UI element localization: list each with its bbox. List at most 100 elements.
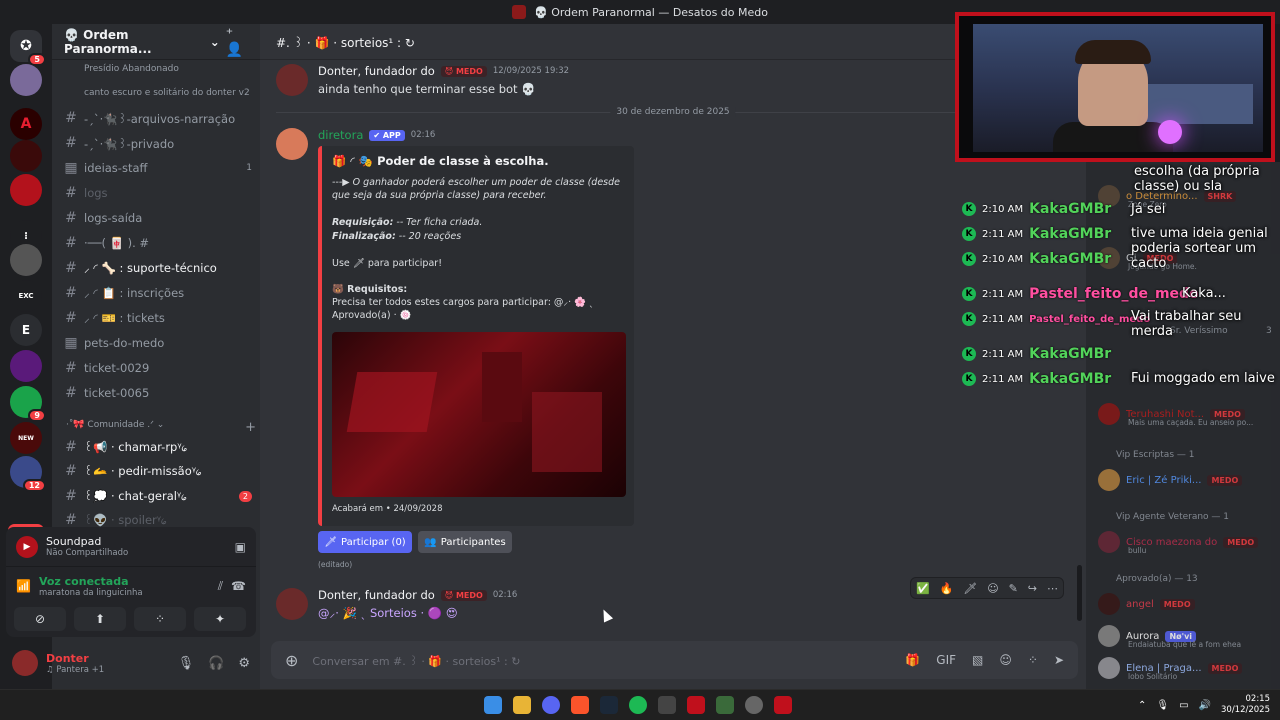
mic-tray-icon[interactable]: 🎙 [1156, 700, 1169, 711]
message-author[interactable]: Donter, fundador do [318, 588, 435, 602]
channel-item[interactable]: # logs-saída [64, 207, 260, 229]
microphone-icon[interactable]: 🎙 [178, 656, 195, 671]
dagger-react-icon[interactable]: 🗡 [963, 582, 977, 595]
channel-item[interactable]: # logs [64, 182, 260, 204]
discord-home-icon[interactable]: ✪ 5 [10, 30, 46, 66]
user-panel: Donter ♫ Pantera +1 🎙 🎧 ⚙ [6, 641, 256, 685]
member-item[interactable]: Eric | Zé Priki... MEDO [1098, 468, 1243, 492]
brave-icon[interactable] [571, 696, 589, 714]
emoji-icon[interactable]: ☺ [999, 653, 1012, 667]
add-reaction-icon[interactable]: ☺ [987, 582, 998, 595]
avatar[interactable] [12, 650, 38, 676]
member-name: angel [1126, 598, 1154, 610]
gear-icon[interactable]: ⚙ [238, 656, 250, 671]
thread-item[interactable]: canto escuro e solitário do donter v2 [84, 88, 250, 98]
audio-app-icon[interactable] [658, 696, 676, 714]
volume-icon[interactable]: 🔊 [1199, 700, 1211, 711]
steam-icon[interactable] [600, 696, 618, 714]
channel-item[interactable]: # -ˏˋ·🐈‍⬛꒱-arquivos-narração [64, 107, 260, 129]
guild-icon-9[interactable]: 12 [10, 456, 46, 492]
guild-icon-newras[interactable]: NEW [10, 422, 42, 454]
reply-icon[interactable]: ↪ [1028, 582, 1037, 595]
chat-scrollbar[interactable] [1077, 565, 1082, 621]
participants-button[interactable]: 👥 Participantes [418, 531, 512, 553]
gift-icon[interactable]: 🎁 [905, 653, 920, 667]
edit-icon[interactable]: ✎ [1009, 582, 1018, 595]
channel-item[interactable]: # ·──( 🀄 ). # [64, 232, 260, 254]
voice-status[interactable]: 📶 Voz conectada maratona da linguicinha … [6, 571, 256, 601]
headphones-icon[interactable]: 🎧 [208, 656, 224, 671]
camera-off-button[interactable]: ⊘ [14, 607, 66, 631]
discord-taskbar-icon[interactable] [542, 696, 560, 714]
composer-placeholder[interactable]: Conversar em #. ꒱ · 🎁 · sorteios¹ : ↻ [312, 653, 520, 668]
soundpad-taskbar-icon[interactable] [774, 696, 792, 714]
participate-button[interactable]: 🗡 Participar (0) [318, 531, 412, 553]
message-composer[interactable]: ⊕ Conversar em #. ꒱ · 🎁 · sorteios¹ : ↻ … [271, 641, 1078, 679]
channel-item[interactable]: # -ˏˋ·🐈‍⬛꒱-privado [64, 132, 260, 154]
clock[interactable]: 02:15 30/12/2025 [1221, 694, 1270, 716]
gif-icon[interactable]: GIF [936, 653, 956, 667]
obs-icon[interactable] [745, 696, 763, 714]
channel-item[interactable]: # ⸝ ◜ 📋 : inscrições [64, 282, 260, 304]
noise-suppress-icon[interactable]: ⫽ [218, 579, 223, 594]
disconnect-icon[interactable]: ☎ [231, 579, 246, 593]
guild-icon-8[interactable]: 9 [10, 386, 46, 422]
chat-username: KakaGMBr [1029, 226, 1112, 242]
channel-item[interactable]: # ꒰🫴 · pedir-missãoᵞ᥀ [64, 460, 260, 482]
guild-icon-2[interactable]: A [10, 108, 42, 140]
channel-item[interactable]: # ꒰📢 · chamar-rpᵞ᥀ [64, 436, 260, 458]
guild-icon-7[interactable] [10, 350, 42, 382]
channel-item[interactable]: # ticket-0065 [64, 382, 260, 404]
guild-icon-1[interactable] [10, 64, 42, 96]
youtube-icon[interactable] [687, 696, 705, 714]
avatar[interactable] [276, 128, 308, 160]
channel-item[interactable]: # ⸝ ◜ 🎫 : tickets [64, 307, 260, 329]
dagger-icon: 🗡 [324, 536, 337, 548]
more-icon[interactable]: ⋯ [1047, 582, 1058, 595]
chevron-up-icon[interactable]: ⌃ [1138, 700, 1146, 711]
guild-icon-e[interactable]: E [10, 314, 42, 346]
file-explorer-icon[interactable] [513, 696, 531, 714]
windows-start-icon[interactable] [484, 696, 502, 714]
share-screen-icon[interactable]: ▣ [235, 540, 246, 554]
avatar[interactable] [276, 588, 308, 620]
soundboard-button[interactable]: ✦ [194, 607, 246, 631]
channel-item[interactable]: ▦ ideias-staff 1 [64, 157, 260, 179]
thread-item[interactable]: Presídio Abandonado [84, 64, 179, 74]
channel-item[interactable]: # ticket-0029 [64, 357, 260, 379]
guild-icon-4[interactable] [10, 174, 42, 206]
avatar[interactable] [276, 64, 308, 96]
guild-icon-excraft[interactable]: EXC [10, 280, 42, 312]
member-item[interactable]: angel MEDO [1098, 592, 1195, 616]
member-item[interactable]: Elena | Praga... MEDO lobo Solitário [1098, 656, 1243, 681]
soundpad-activity[interactable]: ▶ Soundpad Não Compartilhado ▣ [6, 527, 256, 567]
member-item[interactable]: Teruhashi Not... MEDO Mais uma caçada. Eu … [1098, 402, 1253, 427]
channel-item[interactable]: # ꒰💭 · chat-geralᵞ᥀ 2 [64, 485, 260, 507]
message-author[interactable]: diretora [318, 128, 363, 142]
apps-icon[interactable]: ⁘ [1028, 653, 1038, 667]
attach-icon[interactable]: ⊕ [285, 651, 298, 670]
channel-item[interactable]: ▦ pets-do-medo [64, 332, 260, 354]
server-header[interactable]: 💀 Ordem Paranorma... ⌄ ⁺👤 [52, 24, 260, 60]
network-icon[interactable]: ▭ [1179, 700, 1188, 711]
spotify-icon[interactable] [629, 696, 647, 714]
screen-share-button[interactable]: ⬆ [74, 607, 126, 631]
fire-react-icon[interactable]: 🔥 [940, 582, 954, 595]
category-comunidade[interactable]: ·˚🎀 Comunidade .ᐟ ⌄ + [66, 420, 256, 435]
channel-item[interactable]: # ⸝ ◜ 🦴 : suporte-técnico [64, 257, 260, 279]
hash-icon: # [65, 512, 77, 528]
member-item[interactable]: Cisco maezona do MEDO bullu [1098, 530, 1259, 555]
activities-button[interactable]: ⁘ [134, 607, 186, 631]
guild-icon-3[interactable] [10, 140, 42, 172]
sticker-icon[interactable]: ▧ [972, 653, 983, 667]
guild-icon-6[interactable] [10, 244, 42, 276]
kick-icon: K [962, 202, 976, 216]
message-author[interactable]: Donter, fundador do [318, 64, 435, 78]
app-icon[interactable] [716, 696, 734, 714]
send-icon[interactable]: ➤ [1054, 653, 1064, 667]
embed-image[interactable] [332, 332, 626, 497]
check-react-icon[interactable]: ✅ [916, 582, 930, 595]
member-item[interactable]: Aurora Nø'vi Endaiatuba que lê a fom ehea [1098, 624, 1241, 649]
add-member-icon[interactable]: ⁺👤 [226, 26, 248, 58]
add-channel-icon[interactable]: + [245, 420, 256, 435]
